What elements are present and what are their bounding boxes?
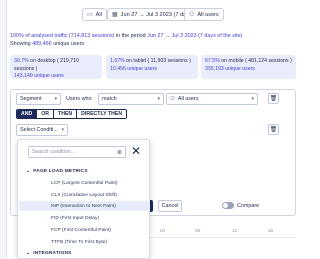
logic-and-button[interactable]: AND [17, 110, 38, 118]
summary-line-1: 100% of analysed traffic (714,813 sessio… [10, 33, 296, 41]
logic-operator-group: AND OR THEN DIRECTLY THEN [16, 109, 128, 119]
unique-users-count: 489,466 [32, 40, 52, 47]
logic-then-button[interactable]: THEN [54, 110, 78, 118]
all-filter-label: All [95, 11, 102, 18]
desktop-users: 143,149 unique users [14, 73, 64, 79]
condition-search-placeholder: Search condition... [32, 149, 75, 155]
trash-icon: 🗑 [269, 96, 278, 102]
segment-select-value: Segment [20, 96, 42, 102]
users-who-label: Users who [66, 96, 92, 102]
date-range-label: Jun 27 → Jul 3 2023 (7 days) [120, 11, 194, 18]
traffic-summary: 100% of analysed traffic (714,813 sessio… [10, 33, 296, 48]
tablet-sessions: on tablet ( 11,903 sessions ) [124, 58, 191, 64]
chevron-down-icon: ▾ [61, 127, 64, 133]
clear-search-icon[interactable]: ⊗ [117, 149, 122, 156]
condition-search-input[interactable]: Search condition... ⊗ [28, 146, 126, 158]
all-filter-chip[interactable]: ▭ All [82, 8, 107, 21]
match-select[interactable]: match ▾ [98, 93, 164, 105]
audience-select-value: All users [177, 96, 199, 102]
axis-tick-label: 12 [232, 228, 238, 233]
condition-dropdown: Search condition... ⊗ ✕ ⌄ PAGE LOAD METR… [17, 139, 150, 259]
logic-or-button[interactable]: OR [37, 110, 55, 118]
chart-gridline [150, 237, 296, 238]
group-page-load-metrics-label: PAGE LOAD METRICS [33, 169, 88, 174]
condition-select[interactable]: Select Conditi... ▾ [16, 124, 68, 136]
segment-select[interactable]: Segment ▾ [16, 93, 61, 105]
option-cls[interactable]: CLS (Cumulative Layout Shift) [19, 190, 150, 200]
group-integrations[interactable]: ⌄ INTEGRATIONS [26, 251, 72, 256]
audience-select[interactable]: ⚇ All users ▾ [166, 93, 258, 105]
mobile-pct: 67.5% [205, 58, 220, 64]
desktop-stat-card: 30.7% on desktop ( 219,710 sessions ) 14… [10, 55, 102, 79]
axis-tick-label: 16 [268, 228, 274, 233]
folder-icon: ▭ [87, 12, 93, 18]
chevron-down-icon: ▾ [251, 96, 254, 102]
users-icon: ⚇ [170, 96, 175, 102]
cancel-button-label: Cancel [161, 203, 179, 209]
delete-row-button[interactable]: 🗑 [268, 93, 279, 104]
period-prefix: in the period [115, 33, 148, 39]
tablet-users: 10,456 unique users [110, 65, 158, 72]
compare-label: Compare [237, 202, 260, 209]
trash-icon: 🗑 [269, 127, 278, 133]
analysed-traffic-text: 100% of analysed traffic (714,813 sessio… [10, 33, 115, 39]
desktop-pct: 30.7% [14, 58, 29, 64]
option-inp[interactable]: INP (Interaction to Next Paint) [19, 201, 150, 211]
showing-prefix: Showing [10, 40, 33, 47]
match-select-value: match [102, 96, 117, 102]
chevron-down-icon: ▾ [54, 96, 57, 102]
cancel-button[interactable]: Cancel [158, 200, 182, 212]
tablet-pct: 1.67% [110, 58, 125, 64]
axis-tick-label: 04 [160, 228, 166, 233]
mobile-stat-card: 67.5% on mobile ( 481,124 sessions ) 335… [201, 55, 296, 79]
option-fcp[interactable]: FCP (First Contentful Paint) [19, 225, 150, 235]
mobile-users: 335,193 unique users [205, 65, 255, 72]
option-ttfb[interactable]: TTFB (Time To First Byte) [19, 237, 150, 247]
group-page-load-metrics[interactable]: ⌄ PAGE LOAD METRICS [26, 169, 88, 174]
group-integrations-label: INTEGRATIONS [33, 251, 72, 256]
delete-condition-button[interactable]: 🗑 [268, 124, 279, 135]
segment-chip[interactable]: ⚇ All users [184, 8, 224, 21]
mobile-sessions: on mobile ( 481,124 sessions ) [219, 58, 292, 64]
condition-select-value: Select Conditi... [20, 127, 58, 133]
close-dropdown-icon[interactable]: ✕ [131, 144, 141, 158]
showing-suffix: unique users [53, 40, 85, 47]
logic-directly-then-button[interactable]: DIRECTLY THEN [77, 110, 127, 118]
compare-toggle[interactable] [222, 202, 234, 209]
axis-tick-label: 08 [195, 228, 201, 233]
option-fid[interactable]: FID (First Input Delay) [19, 213, 150, 223]
tablet-stat-card: 1.67% on tablet ( 11,903 sessions ) 10,4… [106, 55, 198, 79]
period-text: Jun 27 → Jul 3 2023 (7 days of the site) [147, 33, 243, 39]
calendar-icon: ▦ [112, 12, 118, 18]
users-icon: ⚇ [189, 12, 195, 18]
option-lcp[interactable]: LCP (Largest Contentful Paint) [19, 178, 150, 188]
chevron-down-icon: ⌄ [26, 169, 31, 174]
segment-chip-label: All users [197, 11, 219, 18]
summary-line-2: Showing 489,466 unique users [10, 41, 296, 49]
chevron-down-icon: ▾ [157, 96, 160, 102]
chevron-down-icon: ⌄ [26, 251, 31, 256]
compare-toggle-group: Compare [222, 202, 259, 209]
